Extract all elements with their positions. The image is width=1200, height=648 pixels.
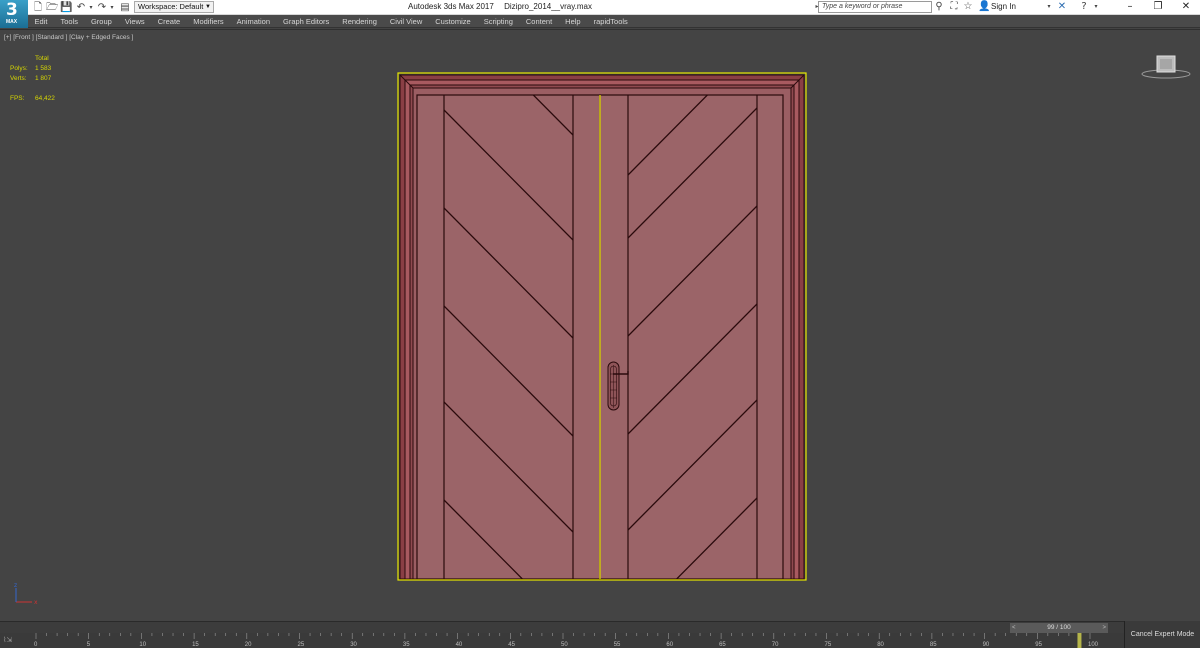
close-icon[interactable]: ✕ <box>1172 0 1200 15</box>
sign-in-dropdown-icon[interactable]: ▾ <box>1043 1 1055 13</box>
frame-tick-label: 100 <box>1088 642 1099 648</box>
frame-tick-label: 65 <box>719 642 726 648</box>
frame-tick-label: 55 <box>614 642 621 648</box>
menu-create[interactable]: Create <box>151 16 187 27</box>
file-name: Dizipro_2014__vray.max <box>504 2 592 11</box>
frame-tick-label: 70 <box>772 642 779 648</box>
communication-center-icon[interactable]: ⛶ <box>948 1 960 13</box>
svg-text:z: z <box>14 582 17 589</box>
menu-edit[interactable]: Edit <box>28 16 54 27</box>
menu-rapidtools[interactable]: rapidTools <box>587 16 634 27</box>
frame-display: 99 / 100 <box>1047 624 1071 631</box>
menu-modifiers[interactable]: Modifiers <box>187 16 230 27</box>
frame-tick-label: 95 <box>1035 642 1042 648</box>
menu-customize[interactable]: Customize <box>429 16 477 27</box>
exchange-apps-icon[interactable]: ✕ <box>1056 1 1068 13</box>
cancel-expert-mode-button[interactable]: Cancel Expert Mode <box>1124 621 1200 648</box>
stats-header: Total <box>35 55 49 62</box>
current-frame-marker[interactable] <box>1077 633 1082 648</box>
track-bar[interactable]: 0 5 10 15 20 25 30 35 40 45 50 55 60 65 70 75 80 85 90 95 10… <box>0 633 1124 648</box>
window-controls: – ❐ ✕ <box>1116 0 1200 15</box>
frame-tick-label: 80 <box>877 642 884 648</box>
frame-tick-label: 10 <box>139 642 146 648</box>
fps-value: 64,422 <box>35 95 55 102</box>
help-dropdown-icon[interactable]: ▾ <box>1090 1 1102 13</box>
menu-animation[interactable]: Animation <box>230 16 276 27</box>
menu-tools[interactable]: Tools <box>54 16 85 27</box>
frame-tick-label: 15 <box>192 642 199 648</box>
logo-text: MAX <box>6 19 18 25</box>
user-icon[interactable]: 👤 <box>978 1 990 13</box>
menu-items: Edit Tools Group Views Create Modifiers Animat… <box>28 16 634 27</box>
chevron-right-icon[interactable]: > <box>1102 623 1106 633</box>
frame-tick-label: 90 <box>983 642 990 648</box>
door-model[interactable] <box>392 70 812 582</box>
frame-tick-label: 20 <box>245 642 252 648</box>
mini-curve-editor-icon[interactable]: ⌇⇲ <box>3 636 19 646</box>
title-bar: 3 MAX 🗋 🗁 💾 ↶ ▾ ↷ ▾ ▤ Workspace: Default… <box>0 0 1200 28</box>
search-input[interactable]: Type a keyword or phrase <box>818 1 932 13</box>
sign-in-button[interactable]: Sign In <box>991 2 1016 11</box>
chevron-left-icon[interactable]: < <box>1012 623 1016 633</box>
frame-tick-label: 85 <box>930 642 937 648</box>
frame-tick-label: 45 <box>508 642 515 648</box>
frame-tick-label: 40 <box>456 642 463 648</box>
viewport-front[interactable]: [+] [Front ] [Standard ] [Clay + Edged F… <box>0 29 1200 621</box>
frame-tick-label: 50 <box>561 642 568 648</box>
viewcube-icon[interactable] <box>1138 52 1194 82</box>
menu-group[interactable]: Group <box>84 16 118 27</box>
verts-value: 1 807 <box>35 75 52 82</box>
menu-rendering[interactable]: Rendering <box>336 16 384 27</box>
frame-tick-label: 75 <box>825 642 832 648</box>
app-logo[interactable]: 3 MAX <box>0 0 28 28</box>
restore-icon[interactable]: ❐ <box>1144 0 1172 15</box>
time-slider-bar: < 99 / 100 > <box>0 621 1200 633</box>
polys-value: 1 583 <box>35 65 52 72</box>
frame-tick-label: 35 <box>403 642 410 648</box>
time-slider[interactable]: < 99 / 100 > <box>1010 623 1108 633</box>
frame-tick-label: 60 <box>666 642 673 648</box>
menu-content[interactable]: Content <box>519 16 558 27</box>
menu-civil-view[interactable]: Civil View <box>383 16 428 27</box>
frame-tick-label: 30 <box>350 642 357 648</box>
help-icon[interactable]: ? <box>1078 1 1090 13</box>
menu-views[interactable]: Views <box>118 16 151 27</box>
binoculars-icon[interactable]: ⚲ <box>933 1 945 13</box>
menu-help[interactable]: Help <box>559 16 587 27</box>
favorites-star-icon[interactable]: ☆ <box>962 1 974 13</box>
frame-tick-label: 25 <box>298 642 305 648</box>
minimize-icon[interactable]: – <box>1116 0 1144 15</box>
app-title: Autodesk 3ds Max 2017 <box>408 2 494 11</box>
menu-scripting[interactable]: Scripting <box>477 16 519 27</box>
axis-tripod-icon: x z <box>14 582 38 606</box>
viewport-label[interactable]: [+] [Front ] [Standard ] [Clay + Edged F… <box>4 34 133 41</box>
svg-text:x: x <box>34 599 38 606</box>
menu-bar: Edit Tools Group Views Create Modifiers Animat… <box>0 15 1200 28</box>
menu-graph-editors[interactable]: Graph Editors <box>277 16 336 27</box>
logo-number: 3 <box>6 0 18 20</box>
